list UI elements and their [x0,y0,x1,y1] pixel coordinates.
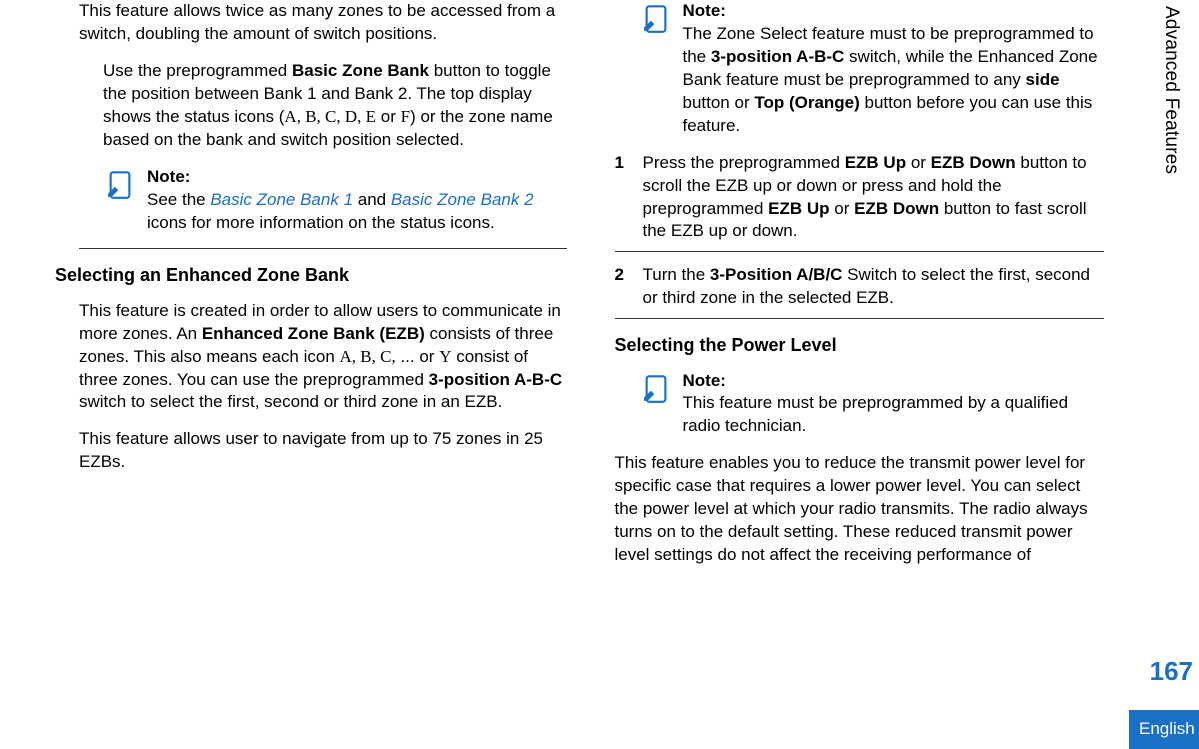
link-basic-zone-bank-2[interactable]: Basic Zone Bank 2 [391,190,534,209]
note-title: Note: [683,370,1105,393]
serif-text: A, B, C, [340,347,396,366]
text: or [830,199,855,218]
bold-text: Enhanced Zone Bank (EZB) [202,324,425,343]
sidebar: Advanced Features [1143,0,1199,749]
text: See the [147,190,210,209]
step-2: 2 Turn the 3-Position A/B/C Switch to se… [615,264,1105,310]
bold-text: 3-position A-B-C [711,47,844,66]
ezb-paragraph-2: This feature allows user to navigate fro… [79,428,567,474]
step-text: Turn the 3-Position A/B/C Switch to sele… [643,264,1105,310]
power-paragraph: This feature enables you to reduce the t… [615,452,1105,567]
note-basic-zone: Note: See the Basic Zone Bank 1 and Basi… [103,166,567,235]
note-content: Note: See the Basic Zone Bank 1 and Basi… [147,166,567,235]
bold-text: EZB Down [854,199,939,218]
serif-text: F [401,107,410,126]
ezb-paragraph-1: This feature is created in order to allo… [79,300,567,415]
note-title: Note: [147,166,567,189]
step-text: Press the preprogrammed EZB Up or EZB Do… [643,152,1105,244]
divider [615,318,1105,319]
right-column: Note: The Zone Select feature must to be… [595,0,1160,749]
serif-text: A, B, C, D, E [284,107,376,126]
text: This feature must be preprogrammed by a … [683,393,1069,435]
note-content: Note: The Zone Select feature must to be… [683,0,1105,138]
divider [79,248,567,249]
heading-enhanced-zone: Selecting an Enhanced Zone Bank [55,263,567,287]
text: or [376,107,401,126]
left-column: This feature allows twice as many zones … [30,0,595,749]
bold-text: EZB Up [845,153,906,172]
language-label: English [1129,710,1199,749]
note-zone-select: Note: The Zone Select feature must to be… [639,0,1105,138]
bold-text: EZB Down [931,153,1016,172]
bold-text: side [1026,70,1060,89]
text: icons for more information on the status… [147,213,495,232]
note-icon [639,372,673,406]
text: Use the preprogrammed [103,61,292,80]
text: Turn the [643,265,710,284]
note-icon [639,2,673,36]
section-label: Advanced Features [1158,0,1184,174]
note-icon [103,168,137,202]
heading-power-level: Selecting the Power Level [615,333,1105,357]
note-title: Note: [683,0,1105,23]
text: button or [683,93,755,112]
note-content: Note: This feature must be preprogrammed… [683,370,1105,439]
bold-text: Top (Orange) [754,93,859,112]
serif-text: Y [439,347,451,366]
basic-zone-paragraph: Use the preprogrammed Basic Zone Bank bu… [103,60,567,152]
text: ... or [396,347,439,366]
text: Press the preprogrammed [643,153,845,172]
bold-text: 3-Position A/B/C [710,265,843,284]
bold-text: EZB Up [768,199,829,218]
step-1: 1 Press the preprogrammed EZB Up or EZB … [615,152,1105,244]
bold-text: Basic Zone Bank [292,61,429,80]
link-basic-zone-bank-1[interactable]: Basic Zone Bank 1 [210,190,353,209]
text: or [906,153,931,172]
step-number: 1 [615,152,629,244]
page-number: 167 [1150,654,1193,689]
text: switch to select the first, second or th… [79,392,502,411]
step-number: 2 [615,264,629,310]
text: and [353,190,391,209]
note-power-level: Note: This feature must be preprogrammed… [639,370,1105,439]
page-body: This feature allows twice as many zones … [0,0,1199,749]
divider [615,251,1105,252]
intro-paragraph: This feature allows twice as many zones … [79,0,567,46]
bold-text: 3-position A-B-C [429,370,562,389]
